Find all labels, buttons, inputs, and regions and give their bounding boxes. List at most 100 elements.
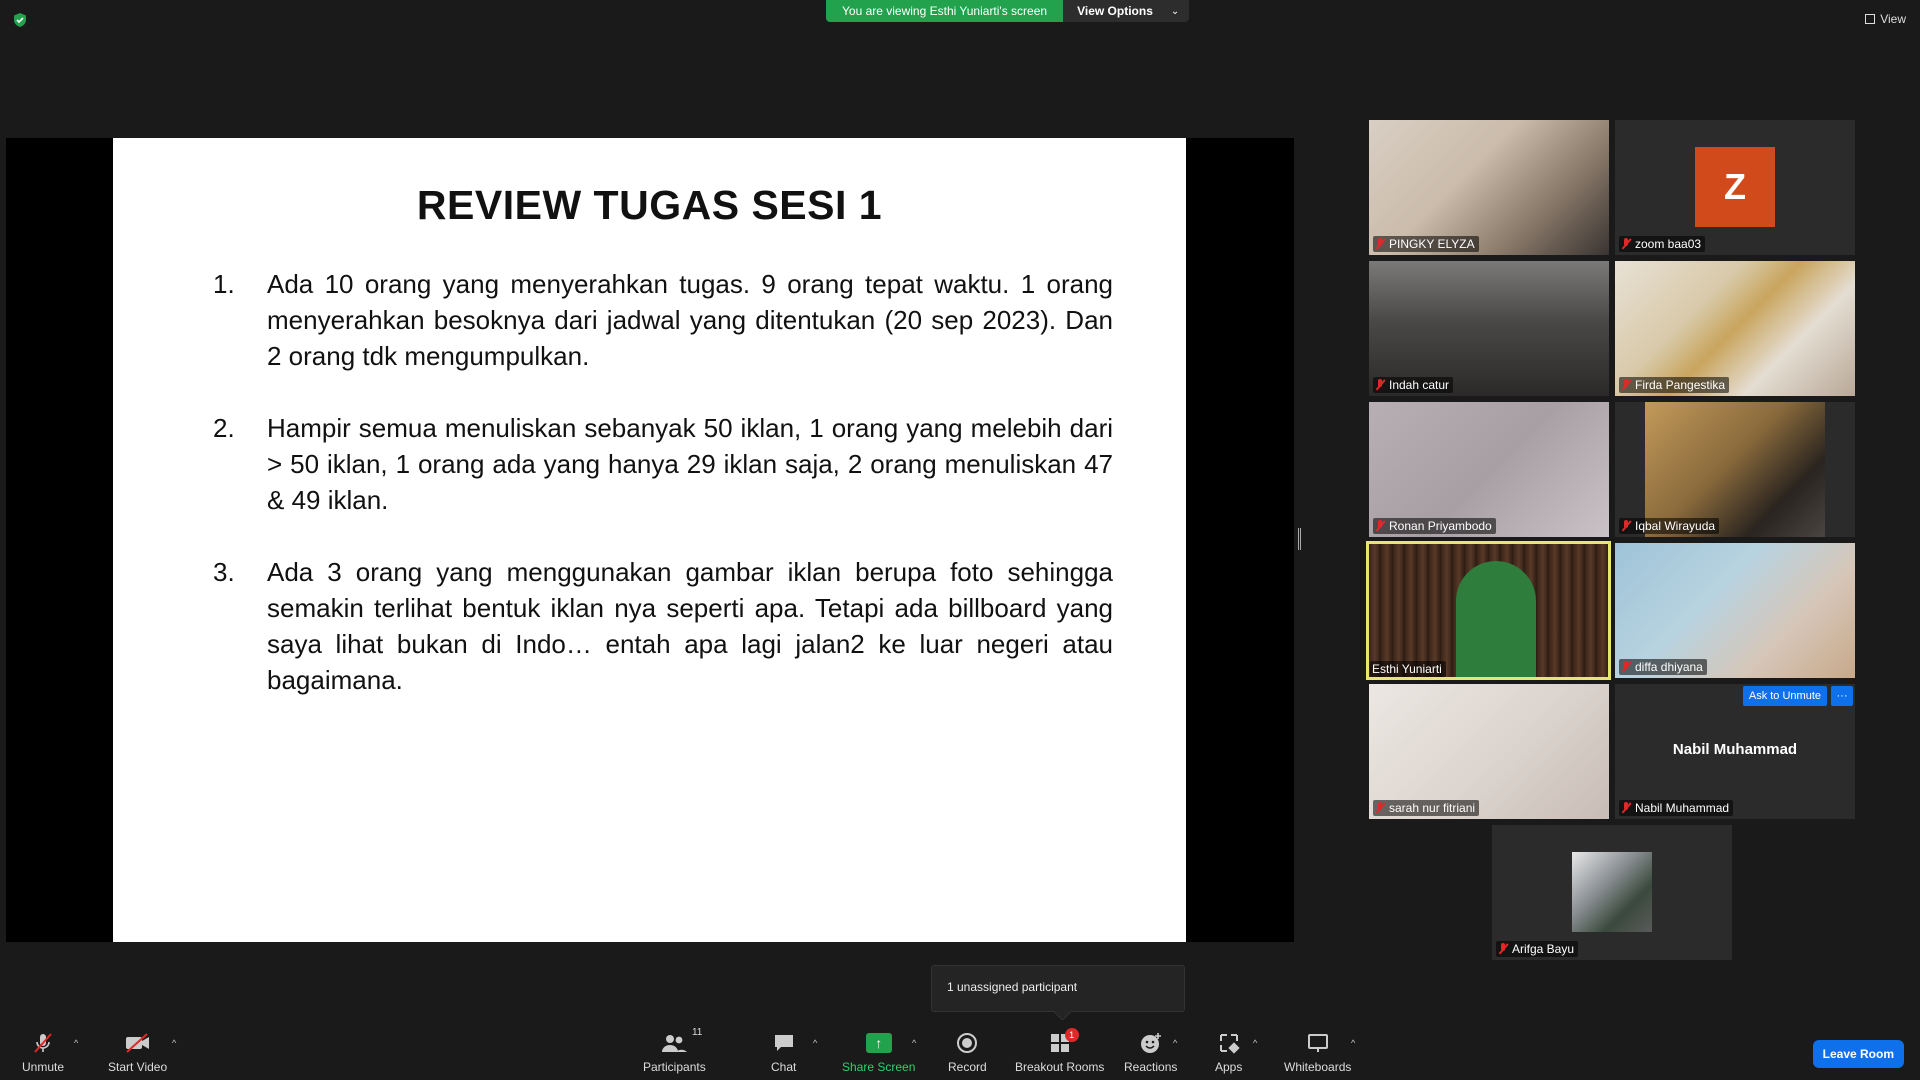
participant-tile[interactable]: Indah catur [1369,261,1609,396]
participant-tile[interactable]: Ask to Unmute ··· Nabil Muhammad Nabil M… [1615,684,1855,819]
start-video-button[interactable]: Start Video [108,1030,167,1074]
participant-name: diffa dhiyana [1635,660,1703,674]
leave-room-button[interactable]: Leave Room [1812,1040,1904,1068]
mic-muted-icon [1498,943,1508,955]
participant-name: Indah catur [1389,378,1450,392]
reactions-caret-icon[interactable]: ^ [1173,1038,1177,1048]
apps-button[interactable]: Apps [1215,1030,1242,1074]
shared-screen[interactable]: REVIEW TUGAS SESI 1 1. Ada 10 orang yang… [6,138,1294,942]
participant-video [1369,684,1609,819]
participant-tile[interactable]: Arifga Bayu [1492,825,1732,960]
viewing-screen-text: You are viewing Esthi Yuniarti's screen [826,0,1064,22]
participant-name: Firda Pangestika [1635,378,1726,392]
participant-name-tag: Esthi Yuniarti [1370,661,1446,677]
video-options-caret-icon[interactable]: ^ [172,1038,176,1048]
participants-icon: 11 [660,1027,702,1056]
participant-name: Arifga Bayu [1512,942,1575,956]
participant-display-name: Nabil Muhammad [1672,741,1798,758]
view-options-button[interactable]: View Options ⌄ [1063,0,1190,22]
slide-list-item: 2. Hampir semua menuliskan sebanyak 50 i… [213,410,1113,518]
participant-name: Iqbal Wirayuda [1635,519,1716,533]
chat-icon [772,1030,796,1056]
whiteboards-label: Whiteboards [1284,1060,1352,1074]
breakout-rooms-button[interactable]: 1 Breakout Rooms [1015,1028,1104,1074]
ask-to-unmute-button[interactable]: Ask to Unmute [1742,686,1827,706]
participant-name-tag: zoom baa03 [1619,236,1706,252]
participant-name: Esthi Yuniarti [1372,662,1442,676]
participant-name-tag: Firda Pangestika [1619,377,1730,393]
mic-off-icon [31,1030,55,1056]
viewing-banner: You are viewing Esthi Yuniarti's screen … [826,0,1190,22]
unmute-button[interactable]: Unmute [22,1030,64,1074]
breakout-rooms-icon: 1 [1049,1028,1079,1056]
participant-name-tag: sarah nur fitriani [1373,800,1480,816]
participant-tile[interactable]: PINGKY ELYZA [1369,120,1609,255]
participant-name-tag: PINGKY ELYZA [1373,236,1479,252]
participant-tile[interactable]: Firda Pangestika [1615,261,1855,396]
participant-name-tag: diffa dhiyana [1619,659,1707,675]
share-screen-label: Share Screen [842,1060,916,1074]
share-screen-button[interactable]: ↑ Share Screen [842,1030,915,1074]
participant-video [1615,261,1855,396]
participant-name: Ronan Priyambodo [1389,519,1492,533]
record-button[interactable]: Record [948,1030,987,1074]
breakout-badge: 1 [1064,1028,1079,1042]
slide-item-number: 1. [213,269,235,299]
slide-item-text: Ada 3 orang yang menggunakan gambar ikla… [267,557,1113,695]
participant-name: zoom baa03 [1635,237,1702,251]
chat-options-caret-icon[interactable]: ^ [813,1038,817,1048]
participants-count: 11 [691,1027,703,1038]
mic-muted-icon [1375,520,1385,532]
chevron-down-icon: ⌄ [1170,5,1180,17]
slide-title: REVIEW TUGAS SESI 1 [416,182,883,228]
audio-options-caret-icon[interactable]: ^ [74,1038,78,1048]
participants-button[interactable]: 11 Participants [643,1027,706,1074]
view-button[interactable]: View [1865,12,1906,26]
slide-item-text: Hampir semua menuliskan sebanyak 50 ikla… [267,413,1113,515]
slide-item-number: 3. [213,557,235,587]
splitter-handle[interactable] [1298,528,1301,550]
presentation-slide: REVIEW TUGAS SESI 1 1. Ada 10 orang yang… [113,138,1186,942]
record-icon [956,1030,978,1056]
participant-tile[interactable]: Ronan Priyambodo [1369,402,1609,537]
view-label: View [1880,12,1906,26]
unassigned-participant-tooltip: 1 unassigned participant [931,965,1185,1012]
participant-video [1645,402,1825,537]
participant-tile[interactable]: Iqbal Wirayuda [1615,402,1855,537]
apps-caret-icon[interactable]: ^ [1253,1038,1257,1048]
participant-video [1615,543,1855,678]
participant-video [1572,852,1652,932]
participant-name: Nabil Muhammad [1635,801,1730,815]
reactions-button[interactable]: Reactions [1124,1030,1177,1074]
mic-muted-icon [1375,802,1385,814]
mic-muted-icon [1621,520,1631,532]
participant-name-tag: Iqbal Wirayuda [1619,518,1720,534]
chat-button[interactable]: Chat [771,1030,796,1074]
participant-name-tag: Indah catur [1373,377,1454,393]
more-options-button[interactable]: ··· [1831,686,1853,706]
security-shield-icon[interactable] [12,12,28,28]
participant-name-tag: Nabil Muhammad [1619,800,1734,816]
participant-figure [1456,561,1536,677]
participant-tile-active-speaker[interactable]: Esthi Yuniarti [1366,541,1611,680]
mic-muted-icon [1621,661,1631,673]
participant-tile[interactable]: Z zoom baa03 [1615,120,1855,255]
share-options-caret-icon[interactable]: ^ [912,1038,916,1048]
whiteboard-icon [1306,1030,1330,1056]
participant-name-tag: Arifga Bayu [1496,941,1579,957]
grid-view-icon [1865,14,1876,24]
whiteboards-button[interactable]: Whiteboards [1284,1030,1351,1074]
participant-tile[interactable]: diffa dhiyana [1615,543,1855,678]
mic-muted-icon [1621,802,1631,814]
participants-label: Participants [643,1060,706,1074]
mic-muted-icon [1621,379,1631,391]
slide-item-number: 2. [213,413,235,443]
mic-muted-icon [1375,379,1385,391]
meeting-toolbar: Unmute ^ Start Video ^ 11 Participants C… [0,1020,1920,1080]
apps-label: Apps [1215,1060,1243,1074]
video-off-icon [124,1030,152,1056]
participant-tile[interactable]: sarah nur fitriani [1369,684,1609,819]
zoom-meeting-window: You are viewing Esthi Yuniarti's screen … [0,0,1920,1080]
smiley-icon [1139,1030,1163,1056]
whiteboards-caret-icon[interactable]: ^ [1351,1038,1355,1048]
